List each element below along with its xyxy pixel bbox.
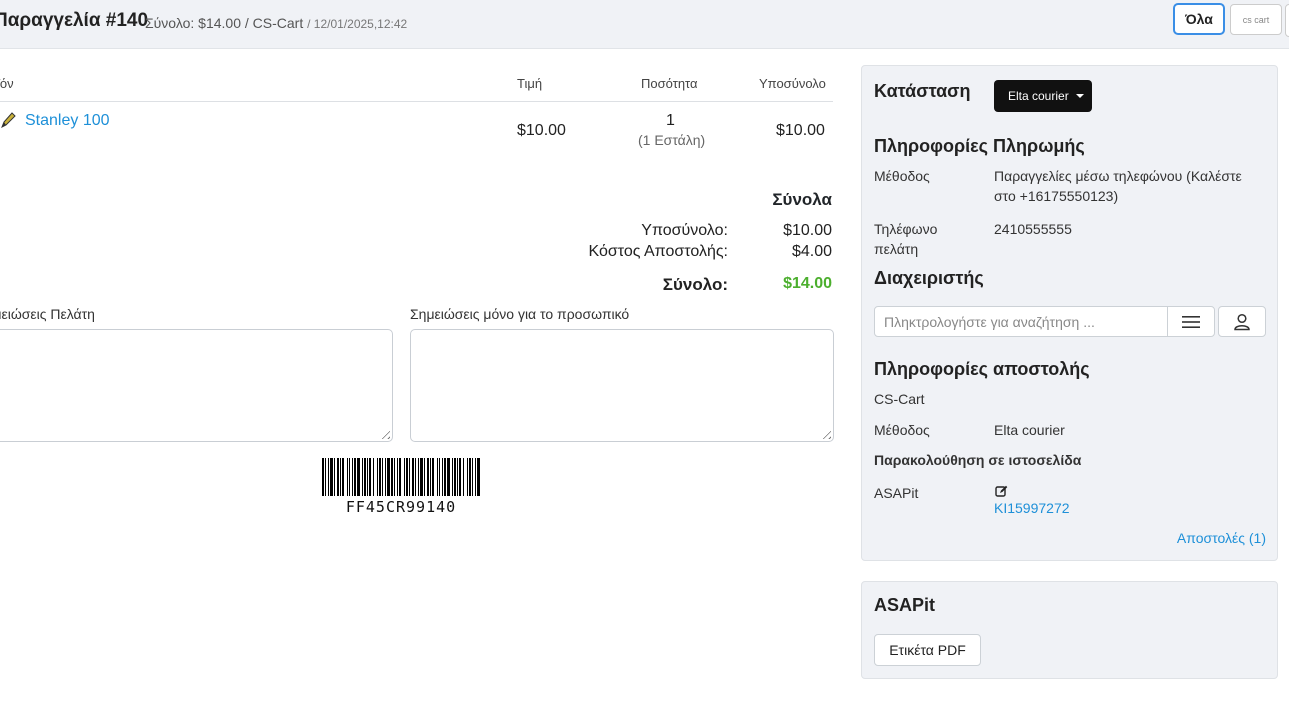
tracking-carrier: ASAPit xyxy=(874,485,919,501)
product-link[interactable]: Stanley 100 xyxy=(25,112,110,130)
product-quantity: 1 xyxy=(666,112,675,129)
shipping-cost-value: $4.00 xyxy=(791,243,832,260)
payment-method-value: Παραγγελίες μέσω τηλεφώνου (Καλέστε στο … xyxy=(994,168,1242,204)
order-summary: Σύνολο: $14.00 / CS-Cart xyxy=(145,15,304,31)
status-value: Elta courier xyxy=(1008,89,1069,103)
customer-notes-textarea[interactable] xyxy=(0,329,393,442)
subtotal-value: $10.00 xyxy=(783,222,832,239)
shipping-info-title: Πληροφορίες αποστολής xyxy=(874,359,1090,379)
tracking-number-link[interactable]: KI15997272 xyxy=(994,498,1070,518)
customer-notes-label: Σημειώσεις Πελάτη xyxy=(0,306,95,322)
order-datetime: / 12/01/2025,12:42 xyxy=(307,17,408,31)
product-price: $10.00 xyxy=(517,122,566,139)
pencil-icon xyxy=(1,112,16,129)
list-menu-button[interactable] xyxy=(1167,306,1215,337)
product-subtotal: $10.00 xyxy=(776,122,825,139)
totals-title: Σύνολα xyxy=(772,190,832,209)
barcode-text: FF45CR99140 xyxy=(345,498,457,516)
more-button[interactable] xyxy=(1285,4,1289,37)
shipping-method-label: Μέθοδος xyxy=(874,422,930,438)
total-value: $14.00 xyxy=(783,275,832,292)
total-label: Σύνολο: xyxy=(662,275,728,294)
table-header-divider xyxy=(0,101,833,102)
shipped-count: (1 Εστάλη) xyxy=(638,132,706,148)
customer-phone-value: 2410555555 xyxy=(994,221,1072,237)
user-icon xyxy=(1234,313,1250,330)
shipping-cost-label: Κόστος Αποστολής: xyxy=(588,243,728,260)
resize-handle-icon[interactable] xyxy=(378,427,390,439)
column-header-subtotal: Υποσύνολο xyxy=(759,76,826,91)
manager-title: Διαχειριστής xyxy=(874,268,984,288)
column-header-price: Τιμή xyxy=(517,76,543,91)
barcode-image xyxy=(322,458,480,496)
list-icon xyxy=(1182,315,1200,328)
cs-cart-logo: cs cart xyxy=(1242,14,1270,25)
shipping-method-value: Elta courier xyxy=(994,422,1065,438)
customer-phone-label: Τηλέφωνο πελάτη xyxy=(874,221,938,257)
edit-icon[interactable] xyxy=(995,485,1008,498)
pdf-label-button[interactable]: Ετικέτα PDF xyxy=(874,634,981,666)
subtotal-label: Υποσύνολο: xyxy=(641,222,728,239)
all-button[interactable]: Όλα xyxy=(1173,3,1225,35)
user-button[interactable] xyxy=(1218,306,1266,337)
asapit-title: ASAPit xyxy=(874,595,936,615)
resize-handle-icon[interactable] xyxy=(819,427,831,439)
page-title: Παραγγελία #140 xyxy=(0,10,149,31)
tracking-title: Παρακολούθηση σε ιστοσελίδα xyxy=(874,452,1082,468)
manager-search-input[interactable] xyxy=(874,306,1168,337)
cs-cart-button[interactable]: cs cart xyxy=(1230,4,1282,35)
column-header-product: Προϊόν xyxy=(0,76,14,91)
payment-method-label: Μέθοδος xyxy=(874,168,930,184)
status-dropdown[interactable]: Elta courier xyxy=(994,80,1092,112)
status-label: Κατάσταση xyxy=(874,81,971,101)
caret-down-icon xyxy=(1076,94,1084,98)
staff-notes-textarea[interactable] xyxy=(410,329,834,442)
page-header: Παραγγελία #140 Σύνολο: $14.00 / CS-Cart… xyxy=(0,0,1289,49)
shipments-link[interactable]: Αποστολές (1) xyxy=(1177,528,1266,548)
payment-info-title: Πληροφορίες Πληρωμής xyxy=(874,136,1085,156)
column-header-quantity: Ποσότητα xyxy=(641,76,698,91)
shipping-store: CS-Cart xyxy=(874,391,925,407)
staff-notes-label: Σημειώσεις μόνο για το προσωπικό xyxy=(410,306,630,322)
order-meta: Σύνολο: $14.00 / CS-Cart / 12/01/2025,12… xyxy=(145,15,407,31)
